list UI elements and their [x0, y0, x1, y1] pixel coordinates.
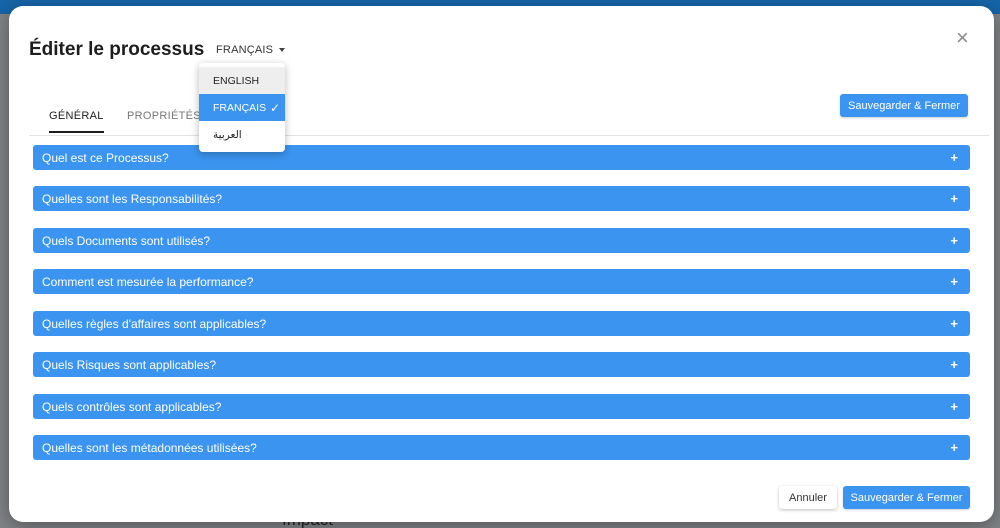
close-icon[interactable]: × — [956, 27, 969, 49]
caret-down-icon — [279, 48, 286, 52]
section-label: Quels Risques sont applicables? — [42, 357, 217, 372]
language-option-label: العربية — [213, 128, 242, 141]
section-controls[interactable]: Quels contrôles sont applicables? + — [33, 394, 970, 419]
language-selector-label: FRANÇAIS — [216, 44, 274, 56]
tab-general[interactable]: GÉNÉRAL — [49, 110, 104, 133]
section-label: Comment est mesurée la performance? — [42, 274, 254, 289]
modal-title: Éditer le processus — [29, 39, 205, 60]
language-dropdown-menu: ENGLISH FRANÇAIS ✓ العربية — [199, 63, 285, 152]
plus-icon: + — [950, 191, 958, 206]
save-close-button-bottom[interactable]: Sauvegarder & Fermer — [843, 486, 970, 509]
section-risks[interactable]: Quels Risques sont applicables? + — [33, 352, 970, 377]
cancel-button[interactable]: Annuler — [779, 486, 837, 509]
section-label: Quels contrôles sont applicables? — [42, 399, 222, 414]
section-label: Quel est ce Processus? — [42, 150, 169, 165]
section-label: Quelles règles d'affaires sont applicabl… — [42, 316, 267, 331]
language-option-label: ENGLISH — [213, 74, 260, 87]
plus-icon: + — [950, 150, 958, 165]
section-what-is-process[interactable]: Quel est ce Processus? + — [33, 145, 970, 170]
section-documents[interactable]: Quels Documents sont utilisés? + — [33, 228, 970, 253]
checkmark-icon: ✓ — [269, 100, 280, 115]
plus-icon: + — [950, 274, 958, 289]
section-responsibilities[interactable]: Quelles sont les Responsabilités? + — [33, 186, 970, 211]
language-option-english[interactable]: ENGLISH — [199, 67, 285, 94]
tab-properties[interactable]: PROPRIÉTÉS — [127, 110, 201, 131]
save-close-button-top[interactable]: Sauvegarder & Fermer — [840, 94, 968, 117]
plus-icon: + — [950, 357, 958, 372]
section-performance[interactable]: Comment est mesurée la performance? + — [33, 269, 970, 294]
section-label: Quels Documents sont utilisés? — [42, 233, 211, 248]
plus-icon: + — [950, 316, 958, 331]
edit-process-modal: Éditer le processus FRANÇAIS × GÉNÉRAL P… — [9, 6, 994, 522]
plus-icon: + — [950, 233, 958, 248]
language-selector[interactable]: FRANÇAIS — [216, 44, 286, 56]
plus-icon: + — [950, 440, 958, 455]
section-business-rules[interactable]: Quelles règles d'affaires sont applicabl… — [33, 311, 970, 336]
section-metadata[interactable]: Quelles sont les métadonnées utilisées? … — [33, 435, 970, 460]
language-option-french[interactable]: FRANÇAIS ✓ — [199, 94, 285, 121]
plus-icon: + — [950, 399, 958, 414]
section-label: Quelles sont les Responsabilités? — [42, 191, 223, 206]
language-option-arabic[interactable]: العربية — [199, 121, 285, 148]
section-label: Quelles sont les métadonnées utilisées? — [42, 440, 257, 455]
